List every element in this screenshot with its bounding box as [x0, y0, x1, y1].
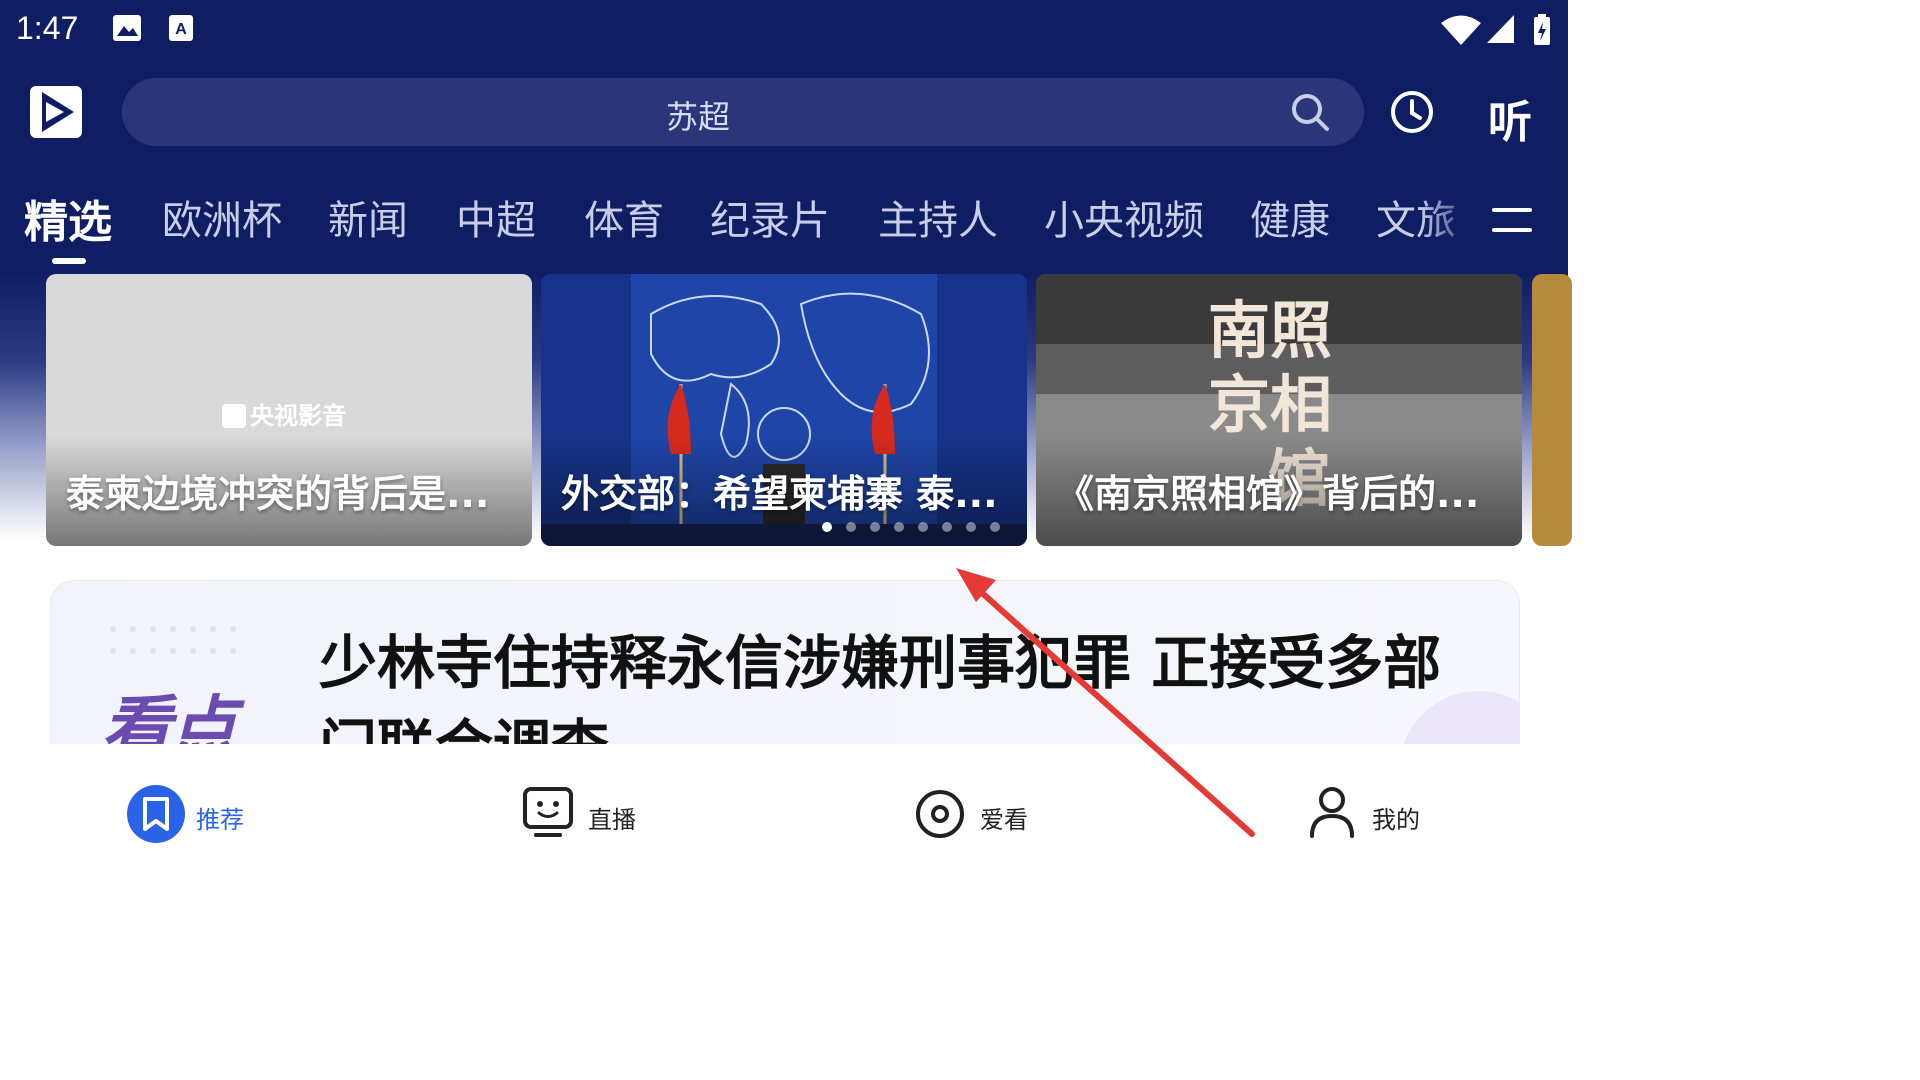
tab-hosts[interactable]: 主持人	[878, 188, 998, 246]
tab-news[interactable]: 新闻	[328, 188, 408, 246]
search-icon[interactable]	[1290, 92, 1330, 132]
carousel-card[interactable]: 外交部：希望柬埔寨 泰...	[541, 274, 1027, 546]
carousel-dot[interactable]	[990, 522, 1000, 532]
nav-mine[interactable]: 我的	[1306, 784, 1420, 844]
listen-button[interactable]: 听	[1488, 86, 1532, 150]
category-tabs: 精选 欧洲杯 新闻 中超 体育 纪录片 主持人 小央视频 健康 文旅	[0, 188, 1460, 248]
history-clock-icon[interactable]	[1390, 90, 1434, 134]
carousel-card[interactable]: 央视影音 泰柬边境冲突的背后是...	[46, 274, 532, 546]
carousel-dot[interactable]	[894, 522, 904, 532]
bottom-navigation: 推荐 直播 爱看 我的	[0, 744, 1568, 876]
card-title: 泰柬边境冲突的背后是...	[66, 472, 490, 516]
tab-zhongchao[interactable]: 中超	[456, 188, 536, 246]
cctv-video-logo-icon[interactable]	[30, 86, 82, 138]
active-tab-indicator	[52, 258, 86, 264]
status-time: 1:47	[16, 10, 79, 46]
card-title: 《南京照相馆》背后的...	[1056, 472, 1480, 516]
carousel-dot[interactable]	[918, 522, 928, 532]
tab-jingxuan[interactable]: 精选	[24, 188, 112, 248]
disc-icon	[916, 790, 964, 838]
card-title: 外交部：希望柬埔寨 泰...	[561, 472, 998, 516]
svg-text:A: A	[175, 21, 187, 38]
wifi-icon	[1441, 15, 1481, 45]
carousel-dot[interactable]	[942, 522, 952, 532]
battery-charging-icon	[1534, 14, 1550, 45]
tab-xiaoyang-video[interactable]: 小央视频	[1044, 188, 1204, 246]
carousel-card-peek[interactable]	[1532, 274, 1572, 546]
tab-sports[interactable]: 体育	[584, 188, 664, 246]
dot-pattern-decoration	[110, 626, 236, 654]
tab-documentary[interactable]: 纪录片	[710, 188, 830, 246]
nav-label: 直播	[588, 806, 636, 834]
play-logo-icon	[222, 404, 246, 428]
tab-ouzhoubei[interactable]: 欧洲杯	[162, 188, 282, 246]
nav-live[interactable]: 直播	[522, 784, 636, 844]
nav-label: 爱看	[980, 806, 1028, 834]
tv-icon	[523, 787, 573, 837]
keyboard-notification-icon: A	[169, 15, 193, 41]
carousel-dot[interactable]	[966, 522, 976, 532]
carousel-dot[interactable]	[822, 522, 832, 532]
carousel-card[interactable]: 南照 京相 馆 《南京照相馆》背后的...	[1036, 274, 1522, 546]
search-bar[interactable]: 苏超	[122, 78, 1364, 146]
nav-label: 我的	[1372, 806, 1420, 834]
nav-label: 推荐	[196, 806, 244, 834]
placeholder-logo: 央视影音	[222, 396, 346, 431]
search-placeholder: 苏超	[665, 98, 730, 136]
tab-health[interactable]: 健康	[1250, 188, 1330, 246]
user-icon	[1310, 787, 1354, 838]
nav-recommend[interactable]: 推荐	[126, 784, 244, 844]
gallery-notification-icon	[113, 15, 141, 41]
nav-aikan[interactable]: 爱看	[914, 784, 1028, 844]
cellular-signal-icon	[1487, 15, 1514, 43]
bookmark-icon	[127, 785, 185, 843]
carousel-dot[interactable]	[846, 522, 856, 532]
menu-icon[interactable]	[1492, 206, 1532, 234]
tab-fade	[1420, 186, 1480, 246]
carousel-dot[interactable]	[870, 522, 880, 532]
